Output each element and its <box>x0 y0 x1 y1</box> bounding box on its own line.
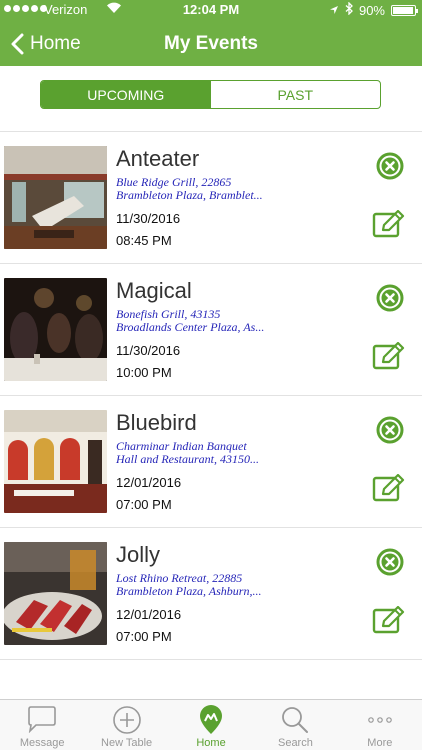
tab-message[interactable]: Message <box>0 700 84 750</box>
tab-search[interactable]: Search <box>253 700 337 750</box>
close-circle-icon <box>376 416 404 444</box>
tab-new-table[interactable]: New Table <box>84 700 168 750</box>
tab-past[interactable]: PAST <box>211 81 381 108</box>
event-address[interactable]: Lost Rhino Retreat, 22885 Brambleton Pla… <box>116 572 281 598</box>
search-icon <box>280 705 310 740</box>
event-time: 07:00 PM <box>116 497 172 512</box>
event-name: Jolly <box>116 542 161 567</box>
event-name: Anteater <box>116 146 200 171</box>
event-row[interactable]: Magical Bonefish Grill, 43135 Broadlands… <box>0 264 422 396</box>
tab-more[interactable]: More <box>338 700 422 750</box>
map-pin-icon <box>196 705 226 740</box>
close-circle-icon <box>376 284 404 312</box>
more-dots-icon <box>365 705 395 740</box>
plus-circle-icon <box>112 705 142 740</box>
battery-percent: 90% <box>358 2 385 18</box>
page-title: My Events <box>164 33 258 54</box>
event-time: 07:00 PM <box>116 629 172 644</box>
status-bar: Verizon 12:04 PM 90% <box>0 0 422 20</box>
event-row[interactable]: Anteater Blue Ridge Grill, 22865 Bramble… <box>0 132 422 264</box>
edit-event-button[interactable] <box>372 605 406 634</box>
edit-pencil-icon <box>372 605 405 634</box>
event-photo <box>4 146 107 249</box>
remove-event-button[interactable] <box>376 152 404 180</box>
events-segmented-control: UPCOMING PAST <box>40 80 381 109</box>
event-time: 08:45 PM <box>116 233 172 248</box>
event-name: Bluebird <box>116 410 197 435</box>
event-time: 10:00 PM <box>116 365 172 380</box>
event-date: 12/01/2016 <box>116 607 182 622</box>
bottom-tab-bar: Message New Table Home Search More <box>0 699 422 750</box>
app-screen: Verizon 12:04 PM 90% Home My Events UPCO… <box>0 0 422 750</box>
event-date: 12/01/2016 <box>116 475 182 490</box>
events-list: Anteater Blue Ridge Grill, 22865 Bramble… <box>0 131 422 660</box>
close-circle-icon <box>376 548 404 576</box>
edit-pencil-icon <box>372 473 405 502</box>
event-name: Magical <box>116 278 192 303</box>
event-address[interactable]: Blue Ridge Grill, 22865 Brambleton Plaza… <box>116 176 281 202</box>
event-row[interactable]: Bluebird Charminar Indian Banquet Hall a… <box>0 396 422 528</box>
event-photo <box>4 542 107 645</box>
edit-pencil-icon <box>372 341 405 370</box>
event-date: 11/30/2016 <box>116 211 181 226</box>
location-arrow-icon <box>329 3 339 18</box>
edit-event-button[interactable] <box>372 341 406 370</box>
event-row[interactable]: Jolly Lost Rhino Retreat, 22885 Bramblet… <box>0 528 422 660</box>
event-photo <box>4 410 107 513</box>
edit-event-button[interactable] <box>372 209 406 238</box>
edit-event-button[interactable] <box>372 473 406 502</box>
close-circle-icon <box>376 152 404 180</box>
tab-upcoming[interactable]: UPCOMING <box>41 81 211 108</box>
message-icon <box>26 705 58 738</box>
bluetooth-icon <box>345 1 353 18</box>
navigation-bar: Verizon 12:04 PM 90% Home My Events <box>0 0 422 66</box>
event-address[interactable]: Charminar Indian Banquet Hall and Restau… <box>116 440 281 466</box>
remove-event-button[interactable] <box>376 416 404 444</box>
remove-event-button[interactable] <box>376 548 404 576</box>
event-address[interactable]: Bonefish Grill, 43135 Broadlands Center … <box>116 308 281 334</box>
event-photo <box>4 278 107 381</box>
event-date: 11/30/2016 <box>116 343 181 358</box>
tab-home[interactable]: Home <box>169 700 253 750</box>
battery-icon <box>391 4 418 16</box>
remove-event-button[interactable] <box>376 284 404 312</box>
edit-pencil-icon <box>372 209 405 238</box>
